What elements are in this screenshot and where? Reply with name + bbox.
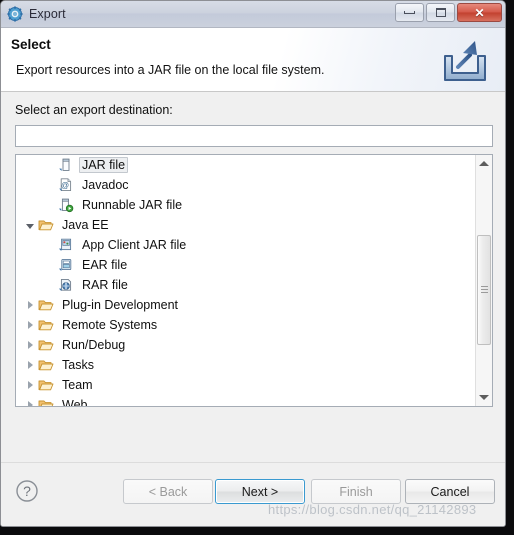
tree-item-label: EAR file — [82, 258, 128, 272]
rar-file-icon — [58, 277, 74, 293]
svg-text:@: @ — [61, 181, 69, 190]
scrollbar-grip-icon — [481, 286, 488, 294]
tree-item-runnable-jar-file[interactable]: Runnable JAR file — [16, 195, 474, 215]
dialog-footer: ? < Back Next > Finish Cancel — [1, 462, 505, 526]
tree-item-plug-in-development[interactable]: Plug-in Development — [16, 295, 474, 315]
folder-open-icon — [38, 397, 54, 406]
twisty-placeholder — [42, 275, 58, 295]
tree-item-label: Remote Systems — [62, 318, 158, 332]
folder-open-icon — [38, 297, 54, 313]
next-button[interactable]: Next > — [215, 479, 305, 504]
close-icon: ✕ — [474, 5, 485, 20]
wizard-banner: Select Export resources into a JAR file … — [1, 28, 505, 92]
folder-open-icon — [38, 217, 54, 233]
title-bar: Export ✕ — [1, 1, 505, 28]
export-destination-input[interactable] — [15, 125, 493, 147]
export-arrow-box-icon — [439, 36, 491, 84]
ear-file-icon — [58, 257, 74, 273]
tree-item-label: JAR file — [79, 157, 129, 173]
minimize-button[interactable] — [395, 3, 424, 22]
page-title: Select — [11, 37, 51, 52]
tree-item-label: App Client JAR file — [82, 238, 187, 252]
page-description: Export resources into a JAR file on the … — [16, 63, 325, 77]
folder-open-icon — [38, 317, 54, 333]
twisty-placeholder — [42, 195, 58, 215]
dialog-body: Select an export destination: JAR file @ J… — [1, 92, 505, 462]
twisty-collapsed-icon[interactable] — [22, 375, 38, 395]
minimize-icon — [404, 11, 415, 14]
app-client-jar-icon — [58, 237, 74, 253]
tree-item-web[interactable]: Web — [16, 395, 474, 406]
twisty-placeholder — [42, 175, 58, 195]
tree-item-rar-file[interactable]: RAR file — [16, 275, 474, 295]
export-destination-tree[interactable]: JAR file @ Javadoc Runnable JAR file Java EE… — [15, 154, 493, 407]
tree-item-javadoc[interactable]: @ Javadoc — [16, 175, 474, 195]
tree-item-label: Tasks — [62, 358, 94, 372]
tree-vertical-scrollbar[interactable] — [475, 155, 492, 406]
twisty-collapsed-icon[interactable] — [22, 295, 38, 315]
runnable-jar-icon — [58, 197, 74, 213]
tree-item-label: Run/Debug — [62, 338, 126, 352]
maximize-icon — [435, 8, 446, 17]
twisty-placeholder — [42, 255, 58, 275]
destination-label: Select an export destination: — [15, 103, 173, 117]
tree-item-label: RAR file — [82, 278, 128, 292]
tree-item-label: Java EE — [62, 218, 109, 232]
folder-open-icon — [38, 377, 54, 393]
scroll-down-icon[interactable] — [476, 389, 492, 406]
twisty-placeholder — [42, 155, 58, 175]
window-title: Export — [29, 6, 66, 21]
tree-item-label: Runnable JAR file — [82, 198, 183, 212]
tree-item-team[interactable]: Team — [16, 375, 474, 395]
scrollbar-thumb[interactable] — [477, 235, 491, 345]
close-button[interactable]: ✕ — [457, 3, 502, 22]
tree-item-jar-file[interactable]: JAR file — [16, 155, 474, 175]
svg-text:?: ? — [23, 483, 31, 499]
tree-item-list: JAR file @ Javadoc Runnable JAR file Java EE… — [16, 155, 474, 406]
eclipse-export-gear-icon — [7, 6, 23, 22]
tree-item-label: Web — [62, 398, 88, 406]
tree-item-label: Team — [62, 378, 93, 392]
twisty-expanded-icon[interactable] — [22, 215, 38, 235]
scroll-up-icon[interactable] — [476, 155, 492, 172]
tree-item-ear-file[interactable]: EAR file — [16, 255, 474, 275]
tree-item-java-ee[interactable]: Java EE — [16, 215, 474, 235]
help-question-icon[interactable]: ? — [15, 479, 39, 503]
jar-file-icon — [58, 157, 74, 173]
tree-item-tasks[interactable]: Tasks — [16, 355, 474, 375]
javadoc-icon: @ — [58, 177, 74, 193]
twisty-collapsed-icon[interactable] — [22, 355, 38, 375]
tree-item-remote-systems[interactable]: Remote Systems — [16, 315, 474, 335]
window-controls: ✕ — [395, 3, 502, 22]
finish-button[interactable]: Finish — [311, 479, 401, 504]
screenshot-root: Export ✕ Select Export resources into a … — [0, 0, 514, 535]
folder-open-icon — [38, 357, 54, 373]
twisty-placeholder — [42, 235, 58, 255]
export-dialog-window: Export ✕ Select Export resources into a … — [0, 0, 506, 527]
tree-item-label: Plug-in Development — [62, 298, 179, 312]
back-button[interactable]: < Back — [123, 479, 213, 504]
twisty-collapsed-icon[interactable] — [22, 315, 38, 335]
maximize-button[interactable] — [426, 3, 455, 22]
tree-item-run-debug[interactable]: Run/Debug — [16, 335, 474, 355]
cancel-button[interactable]: Cancel — [405, 479, 495, 504]
twisty-collapsed-icon[interactable] — [22, 335, 38, 355]
twisty-collapsed-icon[interactable] — [22, 395, 38, 406]
tree-item-label: Javadoc — [82, 178, 129, 192]
folder-open-icon — [38, 337, 54, 353]
tree-item-app-client-jar-file[interactable]: App Client JAR file — [16, 235, 474, 255]
